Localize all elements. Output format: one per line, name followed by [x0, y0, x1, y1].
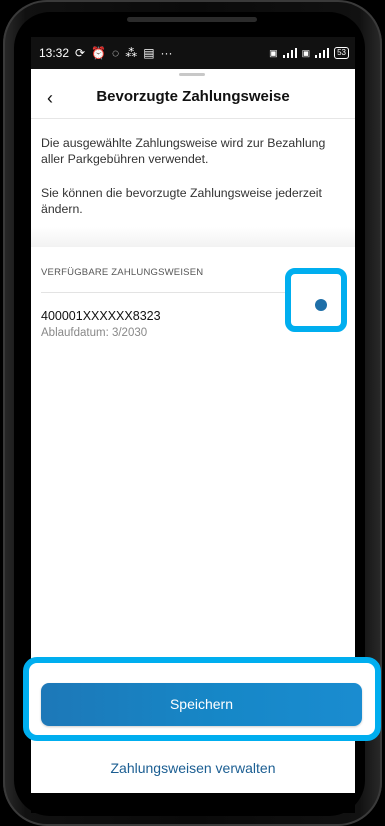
volte-icon-2: ▣ — [301, 47, 311, 58]
info-text-change: Sie können die bevorzugte Zahlungsweise … — [41, 186, 322, 216]
section-title: VERFÜGBARE ZAHLUNGSWEISEN — [41, 267, 204, 278]
info-text-usage: Die ausgewählte Zahlungsweise wird zur B… — [41, 136, 326, 166]
screen-bottom-edge — [31, 793, 355, 813]
signal-4g-icon — [315, 48, 330, 58]
payment-radio-button[interactable] — [285, 268, 347, 332]
card-number[interactable]: 400001XXXXXX8323 — [41, 309, 161, 323]
info-panel: Die ausgewählte Zahlungsweise wird zur B… — [31, 119, 355, 287]
save-button-highlight: Speichern — [23, 657, 381, 741]
status-right: ▣ ▣ 53 — [269, 47, 349, 59]
status-bar: 13:32 ⟳ ⏰ ◌ ⁂ ▤ ··· ▣ ▣ 53 — [31, 37, 355, 69]
page-title: Bevorzugte Zahlungsweise — [96, 88, 290, 105]
share-icon: ⁂ — [125, 46, 138, 60]
volte-icon: ▣ — [269, 47, 278, 58]
battery-icon: 53 — [334, 47, 349, 59]
whatsapp-icon: ◌ — [112, 46, 120, 60]
sheet-grabber[interactable] — [179, 73, 205, 76]
radio-selected-dot — [315, 299, 327, 311]
manage-payment-methods-link[interactable]: Zahlungsweisen verwalten — [31, 760, 355, 776]
save-button[interactable]: Speichern — [41, 683, 362, 726]
status-left: 13:32 ⟳ ⏰ ◌ ⁂ ▤ ··· — [39, 46, 173, 60]
message-icon: ▤ — [143, 46, 155, 60]
alarm-icon: ⏰ — [91, 46, 107, 60]
phone-speaker — [127, 17, 257, 22]
signal-icon — [282, 48, 297, 58]
status-time: 13:32 — [39, 46, 70, 60]
more-icon: ··· — [160, 46, 173, 60]
section-separator — [31, 227, 355, 247]
sync-icon: ⟳ — [75, 46, 86, 60]
card-expiry: Ablaufdatum: 3/2030 — [41, 327, 148, 339]
